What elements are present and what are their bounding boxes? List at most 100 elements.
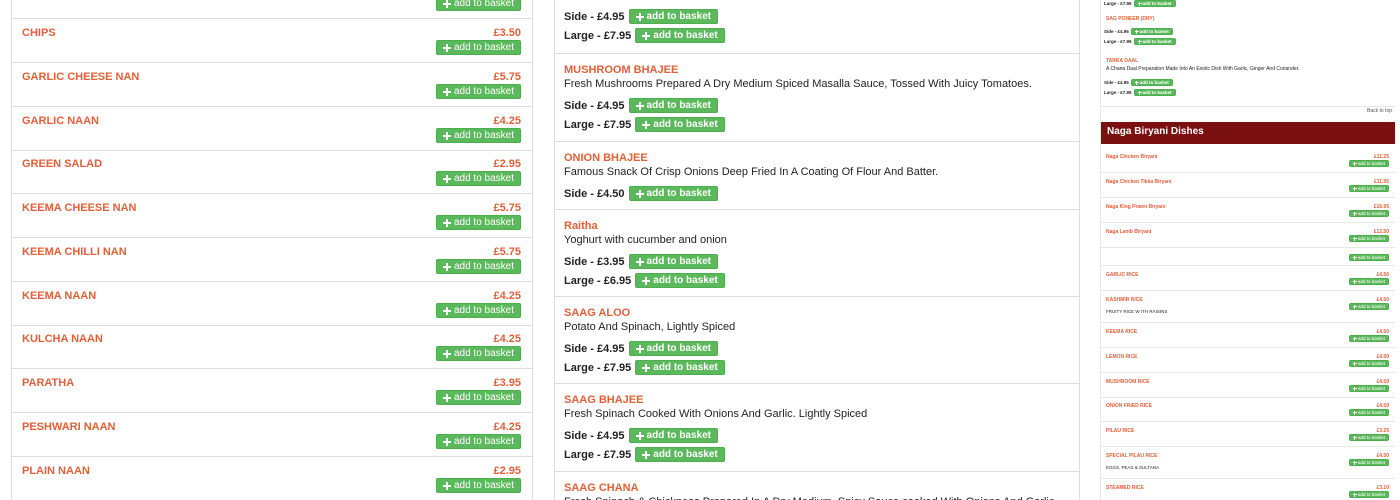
item-name: GARLIC RICE xyxy=(1106,272,1139,278)
item-name: LEMON RICE xyxy=(1106,354,1138,360)
add-to-basket-button[interactable]: add to basket xyxy=(628,186,719,201)
menu-item: Side - £4.95 add to basket Large - £7.95 ad… xyxy=(555,0,1079,54)
item-name: SAAG CHANA xyxy=(564,482,639,494)
add-to-basket-label: add to basket xyxy=(1357,255,1385,260)
add-to-basket-label: add to basket xyxy=(646,188,712,199)
add-to-basket-button[interactable]: add to basket xyxy=(1348,491,1389,498)
item-name: PLAIN NAAN xyxy=(22,465,90,477)
add-to-basket-button[interactable]: add to basket xyxy=(435,346,521,361)
plus-icon xyxy=(642,120,651,129)
add-to-basket-button[interactable]: add to basket xyxy=(435,303,521,318)
add-to-basket-button[interactable]: add to basket xyxy=(628,254,719,269)
add-to-basket-label: add to basket xyxy=(653,30,718,41)
plus-icon xyxy=(442,174,451,183)
add-to-basket-button[interactable]: add to basket xyxy=(435,259,521,274)
plus-icon xyxy=(635,101,644,110)
add-to-basket-label: add to basket xyxy=(1357,492,1385,497)
add-to-basket-button[interactable]: add to basket xyxy=(1348,385,1389,392)
add-to-basket-button[interactable]: add to basket xyxy=(1133,38,1176,45)
plus-icon xyxy=(442,43,451,52)
menu-item-row: PARATHA £3.95 add to basket xyxy=(12,369,532,413)
plus-icon xyxy=(442,262,451,271)
add-to-basket-label: add to basket xyxy=(453,305,514,316)
item-description: Fresh Spinach Cooked With Onions And Gar… xyxy=(564,408,868,420)
item-name: PESHWARI NAAN xyxy=(22,421,116,433)
add-to-basket-button[interactable]: add to basket xyxy=(628,9,719,24)
item-name: Naga Chicken Biryani xyxy=(1106,154,1158,160)
plus-icon xyxy=(1352,255,1357,260)
item-price: £4.25 xyxy=(493,115,521,127)
add-to-basket-label: add to basket xyxy=(646,256,712,267)
item-name: SPECIAL PILAU RICE xyxy=(1106,453,1158,459)
add-to-basket-button[interactable]: add to basket xyxy=(1348,160,1389,167)
menu-item-row: KEEMA CHILLI NAN £5.75 add to basket xyxy=(12,238,532,282)
add-to-basket-button[interactable]: add to basket xyxy=(435,434,521,449)
add-to-basket-label: add to basket xyxy=(1357,460,1385,465)
add-to-basket-button[interactable]: add to basket xyxy=(628,428,719,443)
plus-icon xyxy=(1352,435,1357,440)
add-to-basket-label: add to basket xyxy=(653,362,718,373)
add-to-basket-button[interactable]: add to basket xyxy=(435,128,521,143)
item-name: KASHMIR RICE xyxy=(1106,297,1143,303)
add-to-basket-button[interactable]: add to basket xyxy=(1348,278,1389,285)
add-to-basket-label: add to basket xyxy=(1357,386,1385,391)
plus-icon xyxy=(1352,492,1357,497)
option-label: Side - £4.95 xyxy=(564,99,625,112)
add-to-basket-button[interactable]: add to basket xyxy=(1130,28,1173,35)
add-to-basket-button[interactable]: add to basket xyxy=(635,447,725,462)
plus-icon xyxy=(1137,39,1142,44)
add-to-basket-button[interactable]: add to basket xyxy=(435,478,521,493)
add-to-basket-button[interactable]: add to basket xyxy=(628,98,719,113)
item-description: Famous Snack Of Crisp Onions Deep Fried … xyxy=(564,166,939,178)
item-name: ONION FRIED RICE xyxy=(1106,403,1153,409)
add-to-basket-button[interactable]: add to basket xyxy=(435,215,521,230)
price-option: Side - £3.95 add to basket xyxy=(564,254,719,269)
option-label: Large - £7.95 xyxy=(564,118,632,131)
menu-item-row: add to basket xyxy=(12,0,532,19)
add-to-basket-button[interactable]: add to basket xyxy=(635,360,725,375)
plus-icon xyxy=(1352,211,1357,216)
menu-item-row: PLAIN NAAN £2.95 add to basket xyxy=(12,457,532,500)
menu-item: Raitha Yoghurt with cucumber and onion Sid… xyxy=(555,210,1079,297)
price-option: Side - £4.50 add to basket xyxy=(564,186,719,201)
add-to-basket-button[interactable]: add to basket xyxy=(635,273,725,288)
add-to-basket-button[interactable]: add to basket xyxy=(1348,360,1389,367)
add-to-basket-button[interactable]: add to basket xyxy=(1348,303,1389,310)
add-to-basket-button[interactable]: add to basket xyxy=(1348,409,1389,416)
add-to-basket-button[interactable]: add to basket xyxy=(435,390,521,405)
add-to-basket-button[interactable]: add to basket xyxy=(1133,0,1176,7)
add-to-basket-label: add to basket xyxy=(1357,304,1385,309)
add-to-basket-button[interactable]: add to basket xyxy=(1348,235,1389,242)
add-to-basket-button[interactable]: add to basket xyxy=(1348,210,1389,217)
add-to-basket-label: add to basket xyxy=(453,348,514,359)
add-to-basket-button[interactable]: add to basket xyxy=(635,28,725,43)
item-name: TARKA DAAL xyxy=(1106,58,1139,64)
add-to-basket-button[interactable]: add to basket xyxy=(1348,185,1389,192)
add-to-basket-button[interactable]: add to basket xyxy=(635,117,725,132)
section-heading-naga-biryani: Naga Biryani Dishes xyxy=(1101,122,1395,144)
add-to-basket-button[interactable]: add to basket xyxy=(435,84,521,99)
add-to-basket-button[interactable]: add to basket xyxy=(435,40,521,55)
menu-item-row: LEMON RICE £4.50 add to basket xyxy=(1101,348,1395,373)
add-to-basket-button[interactable]: add to basket xyxy=(435,0,521,11)
add-to-basket-button[interactable]: add to basket xyxy=(1348,335,1389,342)
add-to-basket-label: add to basket xyxy=(1357,211,1385,216)
add-to-basket-button[interactable]: add to basket xyxy=(1348,254,1389,261)
item-description: FRUITY RICE W ITH RAISINS xyxy=(1106,309,1168,314)
plus-icon xyxy=(635,257,644,266)
menu-item-row: Naga Chicken Tikka Biryani £11.95 add to b… xyxy=(1101,173,1395,198)
back-to-top-link[interactable]: Back to top xyxy=(1367,108,1392,114)
plus-icon xyxy=(442,481,451,490)
option-label: Large - £7.95 xyxy=(1104,1,1132,6)
add-to-basket-button[interactable]: add to basket xyxy=(1348,434,1389,441)
add-to-basket-button[interactable]: add to basket xyxy=(628,341,719,356)
plus-icon xyxy=(1352,161,1357,166)
option-label: Side - £4.95 xyxy=(1104,29,1129,34)
add-to-basket-button[interactable]: add to basket xyxy=(1130,79,1173,86)
plus-icon xyxy=(442,0,451,8)
add-to-basket-label: add to basket xyxy=(646,343,712,354)
add-to-basket-button[interactable]: add to basket xyxy=(1133,89,1176,96)
add-to-basket-button[interactable]: add to basket xyxy=(1348,459,1389,466)
add-to-basket-button[interactable]: add to basket xyxy=(435,171,521,186)
item-description: Yoghurt with cucumber and onion xyxy=(564,234,727,246)
